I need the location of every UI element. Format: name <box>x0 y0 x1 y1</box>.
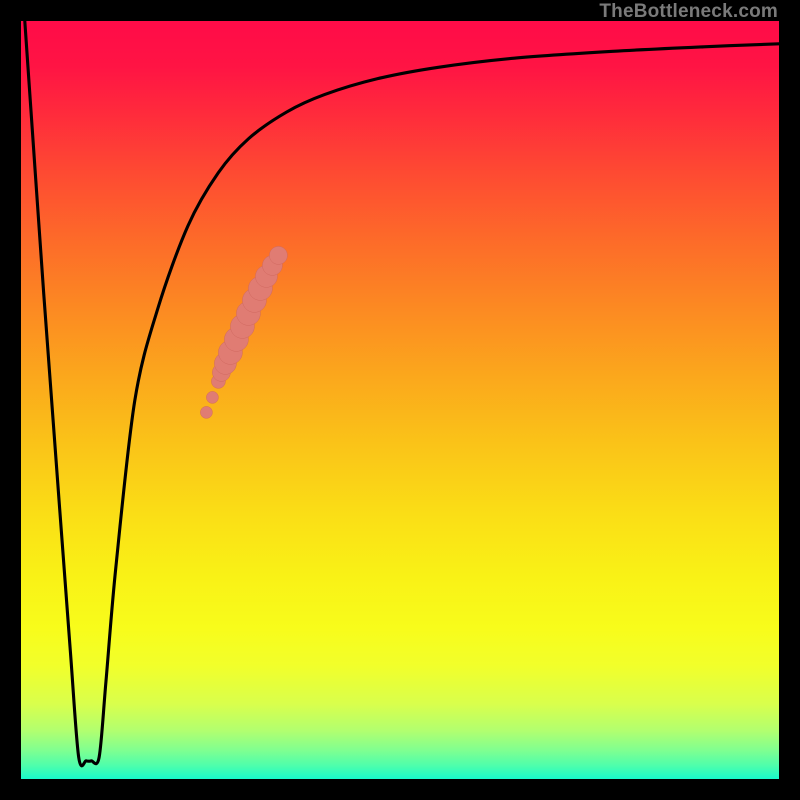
highlighted-markers <box>200 246 287 418</box>
marker-dot <box>206 391 218 403</box>
watermark-text: TheBottleneck.com <box>599 1 778 23</box>
marker-dot <box>269 246 287 264</box>
chart-frame: TheBottleneck.com <box>0 0 800 800</box>
marker-dot <box>200 406 212 418</box>
curve-layer <box>21 21 780 780</box>
plot-area <box>21 21 780 780</box>
bottleneck-curve <box>24 21 779 766</box>
